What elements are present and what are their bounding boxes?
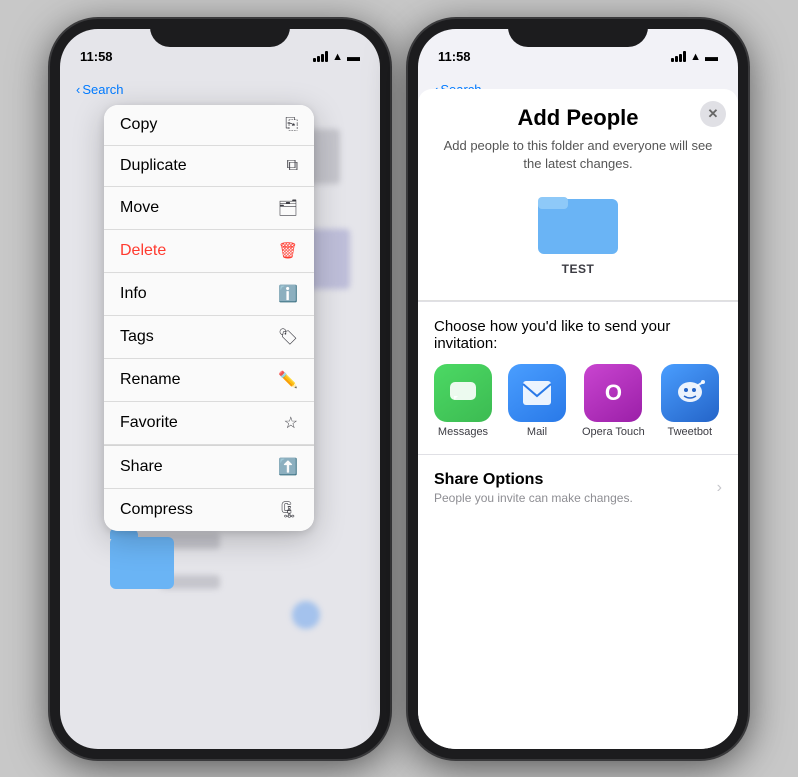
add-people-sheet: ✕ Add People Add people to this folder a… [418, 89, 738, 749]
copy-label: Copy [120, 116, 157, 134]
menu-item-share[interactable]: Share ⬆️ [104, 446, 314, 489]
wifi-icon-1: ▲ [332, 51, 343, 63]
app-mail[interactable]: Mail [508, 364, 566, 438]
tweetbot-icon [661, 364, 719, 422]
app-messages[interactable]: Messages [434, 364, 492, 438]
menu-item-delete[interactable]: Delete 🗑 [104, 230, 314, 273]
status-icons-2: ▲ ▬ [671, 49, 718, 64]
menu-item-rename[interactable]: Rename ✏️ [104, 359, 314, 402]
menu-item-compress[interactable]: Compress 🗜 [104, 489, 314, 531]
tags-label: Tags [120, 328, 154, 346]
close-button[interactable]: ✕ [700, 101, 726, 127]
messages-label: Messages [438, 426, 488, 438]
opera-icon: O [584, 364, 642, 422]
delete-icon: 🗑 [278, 241, 298, 261]
battery-icon-1: ▬ [347, 49, 360, 64]
compress-icon: 🗜 [278, 500, 298, 520]
sheet-divider [418, 301, 738, 302]
favorite-icon: ☆ [284, 413, 298, 433]
folder-icon-1 [110, 537, 174, 589]
menu-item-copy[interactable]: Copy ⎘ [104, 105, 314, 146]
share-options-title: Share Options [434, 471, 633, 489]
screen-1: 11:58 ▲ ▬ ‹ Search [60, 29, 380, 749]
folder-name: TEST [562, 262, 595, 276]
duplicate-label: Duplicate [120, 157, 187, 175]
sheet-title: Add People [434, 105, 722, 131]
phone-1: 11:58 ▲ ▬ ‹ Search [50, 19, 390, 759]
compress-label: Compress [120, 501, 193, 519]
share-options-text: Share Options People you invite can make… [434, 471, 633, 505]
share-label: Share [120, 458, 163, 476]
signal-icon-2 [671, 51, 686, 62]
share-options-row[interactable]: Share Options People you invite can make… [418, 454, 738, 521]
sheet-subtitle: Add people to this folder and everyone w… [434, 137, 722, 173]
menu-item-tags[interactable]: Tags 🏷 [104, 316, 314, 359]
screen-2: 11:58 ▲ ▬ ‹ Search ✕ Ad [418, 29, 738, 749]
menu-item-move[interactable]: Move 🗂 [104, 187, 314, 230]
bottom-folder [110, 537, 174, 589]
info-label: Info [120, 285, 147, 303]
signal-icon-1 [313, 51, 328, 62]
tags-icon: 🏷 [278, 327, 298, 347]
time-1: 11:58 [80, 49, 113, 64]
app-row: Messages Mail O Opera Touch [418, 364, 738, 438]
move-label: Move [120, 199, 159, 217]
folder-display: TEST [434, 189, 722, 276]
chevron-right-icon: › [717, 479, 722, 497]
rename-label: Rename [120, 371, 180, 389]
folder-icon-2 [538, 189, 618, 254]
chevron-left-icon-1: ‹ [76, 82, 80, 97]
wifi-icon-2: ▲ [690, 51, 701, 63]
opera-label: Opera Touch [582, 426, 645, 438]
menu-item-duplicate[interactable]: Duplicate ⧉ [104, 146, 314, 187]
sheet-header: ✕ Add People Add people to this folder a… [418, 89, 738, 301]
invite-label: Choose how you'd like to send your invit… [418, 318, 738, 364]
notch-2 [508, 19, 648, 47]
time-2: 11:58 [438, 49, 471, 64]
mail-icon [508, 364, 566, 422]
back-label-1: Search [82, 82, 123, 97]
phone-2: 11:58 ▲ ▬ ‹ Search ✕ Ad [408, 19, 748, 759]
share-icon: ⬆️ [278, 457, 298, 477]
duplicate-icon: ⧉ [287, 157, 298, 175]
phone1-content: 11:58 ▲ ▬ ‹ Search [60, 29, 380, 749]
mail-label: Mail [527, 426, 547, 438]
tweetbot-label: Tweetbot [667, 426, 712, 438]
app-tweetbot[interactable]: Tweetbot [661, 364, 719, 438]
back-button-1[interactable]: ‹ Search [76, 82, 124, 97]
notch-1 [150, 19, 290, 47]
nav-bar-1: ‹ Search [60, 73, 380, 107]
info-icon: ℹ️ [278, 284, 298, 304]
menu-item-favorite[interactable]: Favorite ☆ [104, 402, 314, 445]
messages-icon [434, 364, 492, 422]
rename-icon: ✏️ [278, 370, 298, 390]
menu-item-info[interactable]: Info ℹ️ [104, 273, 314, 316]
delete-label: Delete [120, 242, 166, 260]
app-opera[interactable]: O Opera Touch [582, 364, 645, 438]
move-icon: 🗂 [278, 198, 298, 218]
favorite-label: Favorite [120, 414, 178, 432]
battery-icon-2: ▬ [705, 49, 718, 64]
status-icons-1: ▲ ▬ [313, 49, 360, 64]
context-menu: Copy ⎘ Duplicate ⧉ Move 🗂 Delete 🗑 In [104, 105, 314, 531]
share-options-subtitle: People you invite can make changes. [434, 491, 633, 505]
copy-icon: ⎘ [285, 116, 298, 134]
